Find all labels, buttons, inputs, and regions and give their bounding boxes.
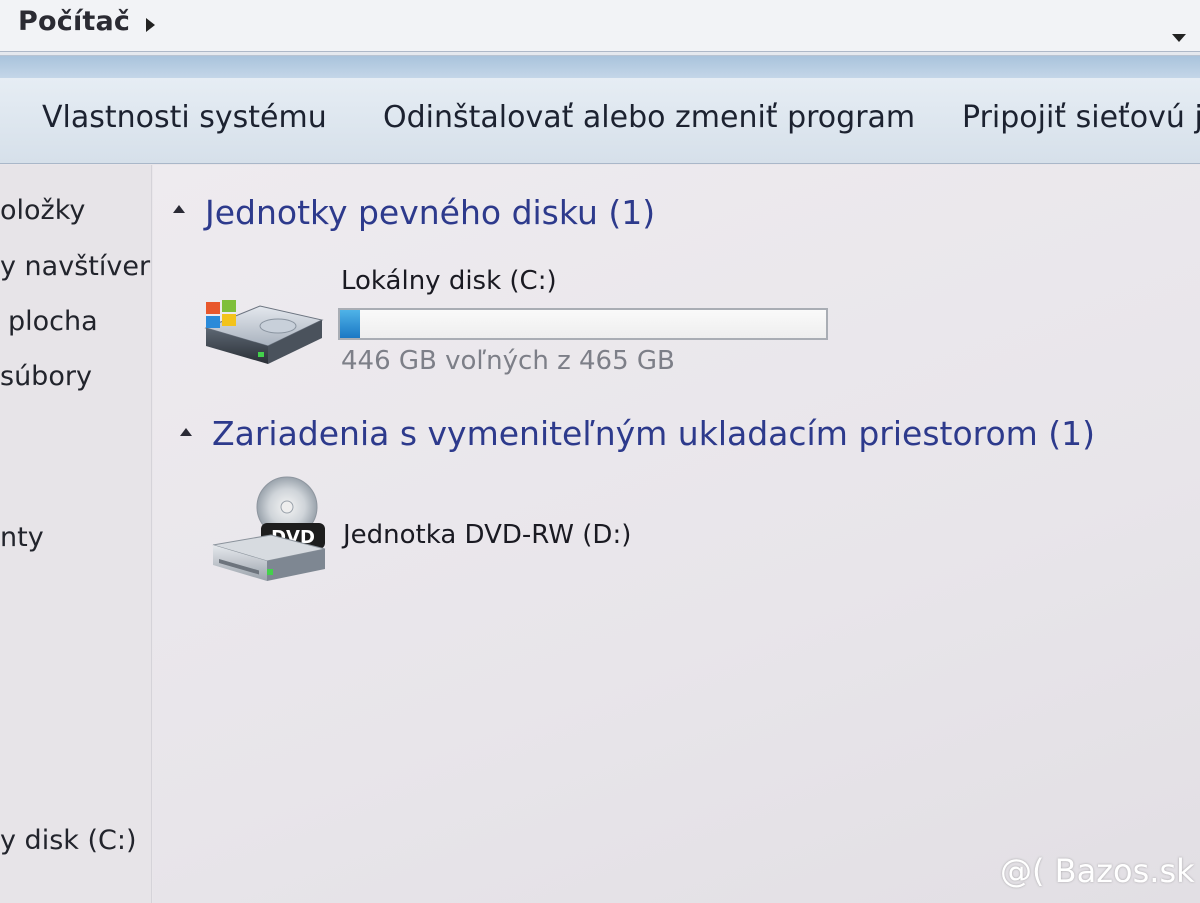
collapse-arrow-icon[interactable] (180, 428, 192, 436)
map-network-drive-button[interactable]: Pripojiť sieťovú je (962, 100, 1200, 135)
system-properties-button[interactable]: Vlastnosti systému (42, 100, 327, 135)
nav-item-local-disk[interactable]: y disk (C:) (0, 825, 137, 856)
title-band (0, 56, 1200, 78)
address-dropdown-icon[interactable] (1172, 34, 1186, 42)
drive-name-d: Jednotka DVD-RW (D:) (343, 520, 632, 550)
group-title-hard-disks[interactable]: Jednotky pevného disku (1) (205, 193, 655, 232)
nav-item-documents[interactable]: nty (0, 522, 44, 553)
drive-free-space-c: 446 GB voľných z 465 GB (341, 346, 675, 376)
address-field[interactable]: Počítač (0, 0, 1200, 52)
group-title-removable[interactable]: Zariadenia s vymeniteľným ukladacím prie… (212, 414, 1095, 453)
watermark: @( Bazos.sk (1000, 852, 1195, 890)
windows-hard-drive-icon (204, 300, 324, 364)
nav-item-files[interactable]: súbory (0, 361, 92, 392)
dvd-drive-icon: DVD (212, 476, 326, 581)
collapse-arrow-icon[interactable] (173, 205, 185, 213)
address-bar: Počítač (0, 0, 1200, 56)
disk-usage-fill (340, 310, 360, 338)
breadcrumb-computer[interactable]: Počítač (18, 6, 130, 37)
drive-tile-d[interactable]: DVD Jednotka DVD-RW (D:) (205, 475, 665, 595)
nav-item-favorites[interactable]: oložky (0, 195, 85, 226)
nav-item-recent-places[interactable]: y navštíver (0, 251, 150, 282)
disk-usage-bar (338, 308, 828, 340)
breadcrumb-chevron-icon[interactable] (146, 18, 155, 32)
command-bar: Vlastnosti systému Odinštalovať alebo zm… (0, 78, 1200, 164)
uninstall-program-button[interactable]: Odinštalovať alebo zmeniť program (383, 100, 915, 135)
nav-item-desktop[interactable]: plocha (8, 306, 98, 337)
drive-name-c: Lokálny disk (C:) (341, 266, 557, 296)
navigation-pane: oložky y navštíver plocha súbory nty y d… (0, 165, 152, 903)
